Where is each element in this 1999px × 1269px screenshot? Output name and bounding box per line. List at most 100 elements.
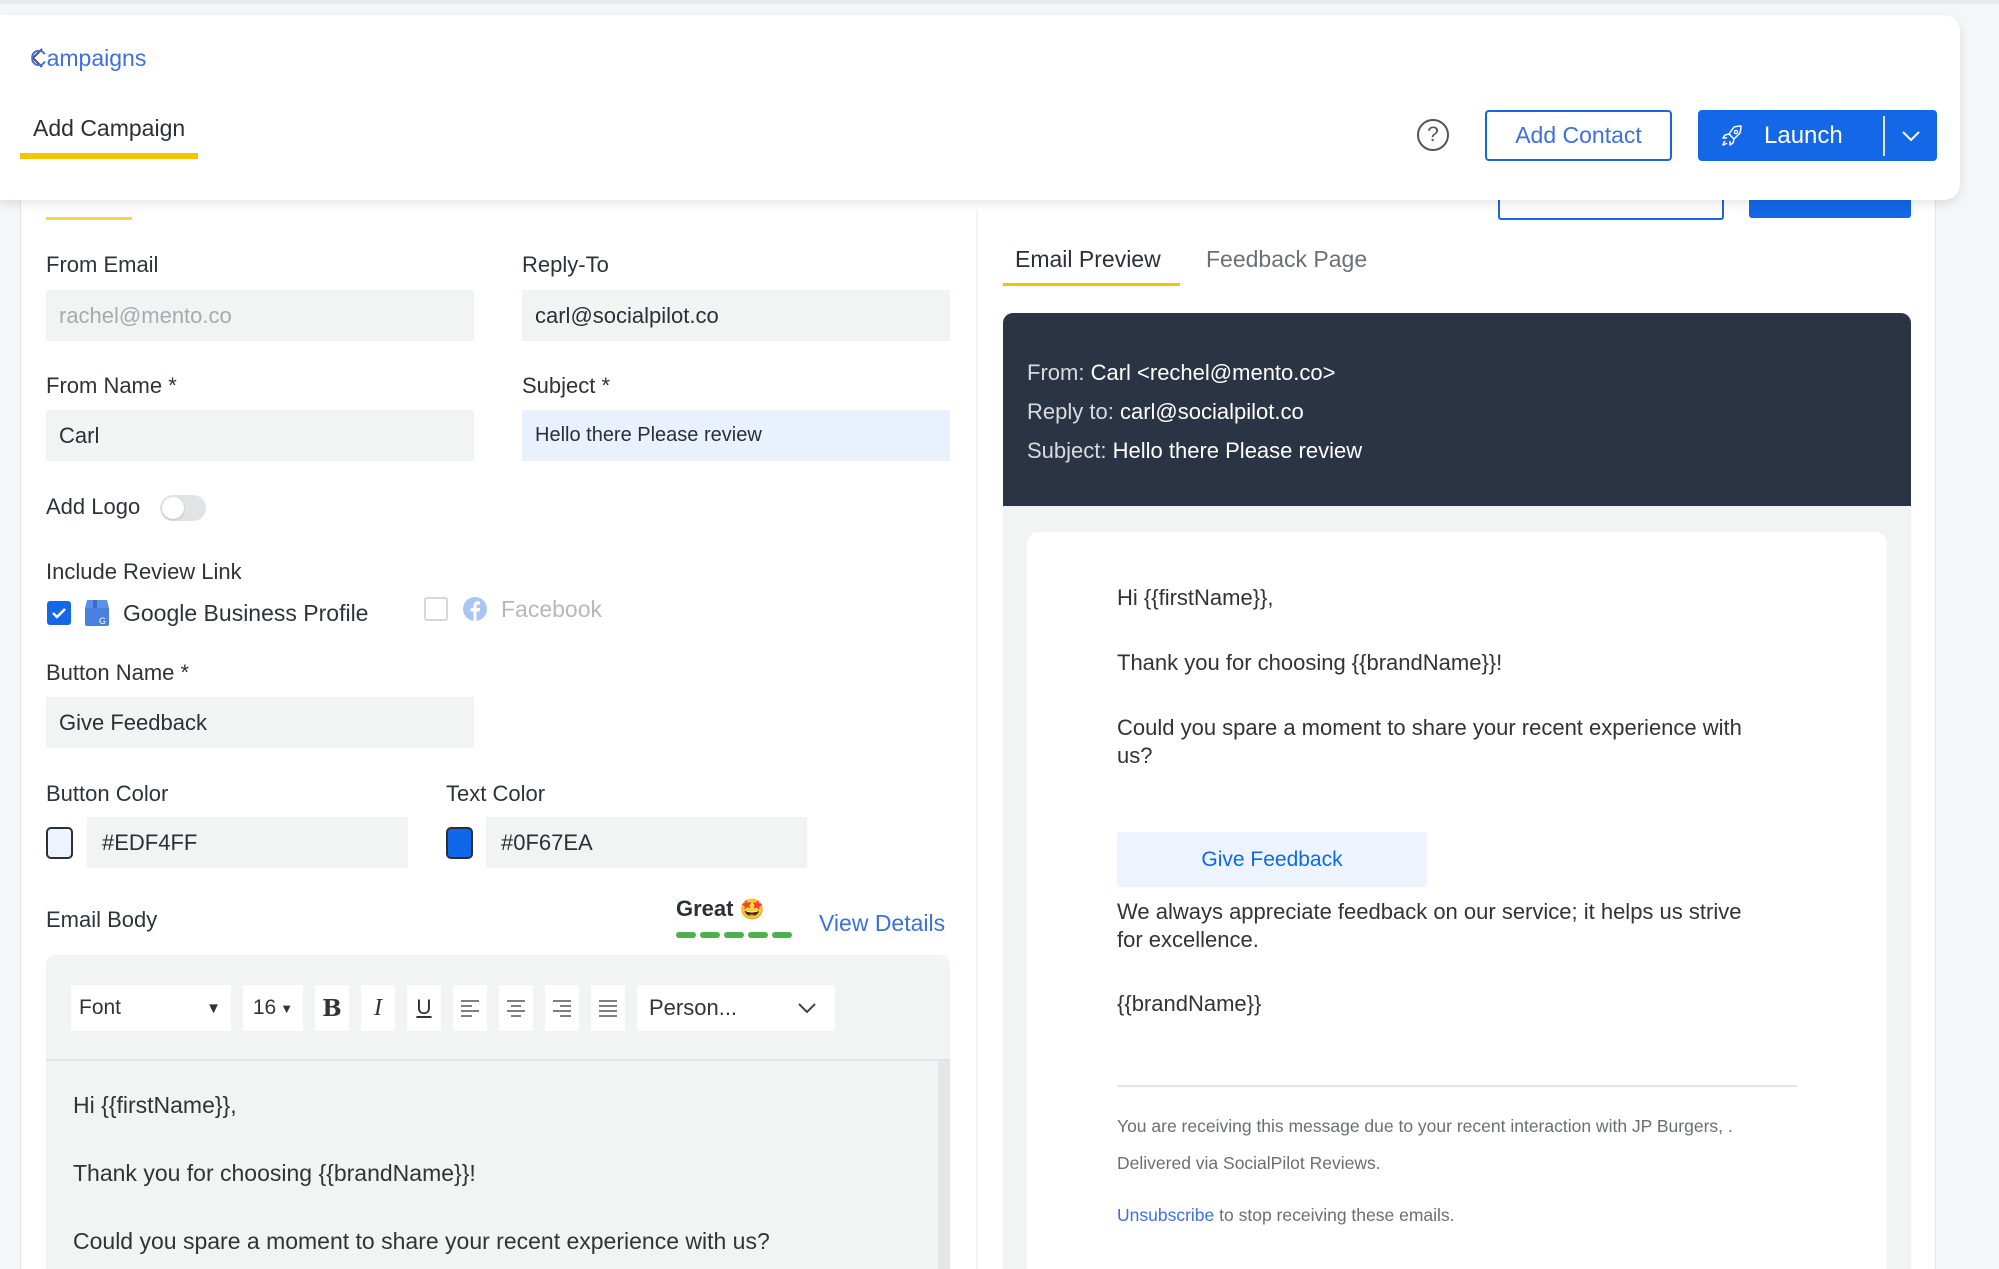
justify-icon — [599, 1000, 617, 1017]
chevron-down-icon — [1902, 130, 1920, 141]
preview-footer-unsubscribe: Unsubscribe to stop receiving these emai… — [1117, 1201, 1817, 1229]
email-body-label: Email Body — [46, 907, 158, 932]
preview-signature: {{brandName}} — [1117, 991, 1262, 1016]
button-color-swatch[interactable] — [46, 827, 73, 859]
preview-footer-delivered: Delivered via SocialPilot Reviews. — [1117, 1153, 1381, 1173]
justify-button[interactable] — [591, 985, 625, 1031]
button-color-label: Button Color — [46, 781, 169, 806]
rocket-icon — [1722, 124, 1742, 146]
email-preview-card: Hi {{firstName}}, Thank you for choosing… — [1027, 532, 1887, 1269]
caret-down-icon: ▼ — [206, 999, 221, 1017]
column-divider — [976, 210, 978, 1269]
back-to-campaigns-link[interactable]: Campaigns — [30, 45, 146, 71]
align-right-icon — [553, 1000, 571, 1017]
caret-down-icon: ▼ — [280, 1000, 294, 1016]
add-contact-button[interactable]: Add Contact — [1485, 110, 1672, 161]
email-body-editor: Font ▼ 16 ▼ B I U Person... Hi {{firstNa… — [46, 955, 950, 1269]
launch-label: Launch — [1764, 121, 1843, 149]
subject-key: Subject: — [1027, 438, 1107, 463]
align-left-button[interactable] — [453, 985, 487, 1031]
preview-ask: Could you spare a moment to share your r… — [1117, 715, 1742, 768]
font-size-select[interactable]: 16 ▼ — [243, 985, 303, 1031]
score-segment — [772, 932, 792, 938]
font-select-value: Font — [79, 996, 122, 1019]
add-logo-label: Add Logo — [46, 494, 141, 519]
subject-label: Subject * — [522, 373, 611, 398]
launch-button[interactable]: Launch — [1698, 110, 1883, 161]
from-name-label: From Name * — [46, 373, 177, 398]
content-score-meter — [676, 932, 792, 938]
active-tab-indicator — [1003, 283, 1180, 286]
view-details-link[interactable]: View Details — [819, 910, 945, 937]
chevron-down-icon — [798, 1003, 816, 1014]
align-right-button[interactable] — [545, 985, 579, 1031]
star-struck-emoji-icon: 🤩 — [739, 899, 765, 921]
reply-to-label: Reply-To — [522, 252, 609, 277]
google-business-checkbox[interactable] — [47, 601, 71, 625]
launch-split-button: Launch — [1698, 110, 1937, 161]
give-feedback-button-preview[interactable]: Give Feedback — [1117, 832, 1427, 887]
back-link-label: Campaigns — [30, 44, 147, 71]
tab-email-preview[interactable]: Email Preview — [1015, 246, 1161, 273]
from-name-field[interactable]: Carl — [46, 410, 474, 461]
align-left-icon — [461, 1000, 479, 1017]
google-business-label: Google Business Profile — [123, 600, 369, 626]
font-size-value: 16 — [252, 996, 277, 1019]
preview-thanks: Thank you for choosing {{brandName}}! — [1117, 650, 1503, 675]
unsubscribe-link[interactable]: Unsubscribe — [1117, 1205, 1214, 1225]
from-key: From: — [1027, 360, 1085, 385]
score-segment — [676, 932, 696, 938]
body-line: Hi {{firstName}}, — [73, 1092, 237, 1118]
bold-button[interactable]: B — [315, 985, 349, 1031]
email-body-textarea[interactable]: Hi {{firstName}}, Thank you for choosing… — [46, 1061, 938, 1269]
google-business-icon: G — [85, 600, 109, 626]
editor-scrollbar[interactable] — [938, 1061, 950, 1269]
button-name-label: Button Name * — [46, 660, 190, 685]
preview-reply-to: Reply to: carl@socialpilot.co — [1027, 392, 1887, 431]
subject-field[interactable]: Hello there Please review — [522, 410, 950, 461]
reply-to-field[interactable]: carl@socialpilot.co — [522, 290, 950, 341]
content-score: Great 🤩 — [676, 896, 765, 922]
checkmark-icon — [52, 608, 66, 619]
bold-icon: B — [322, 994, 342, 1022]
content-score-label: Great — [676, 896, 734, 921]
body-line: Could you spare a moment to share your r… — [73, 1228, 770, 1254]
text-color-field[interactable]: #0F67EA — [486, 817, 807, 868]
from-email-field: rachel@mento.co — [46, 290, 474, 341]
email-preview-body-area: Hi {{firstName}}, Thank you for choosing… — [1003, 506, 1911, 1269]
window-top-border — [0, 0, 1999, 4]
preview-greeting: Hi {{firstName}}, — [1117, 585, 1274, 610]
question-circle-icon[interactable]: ? — [1417, 119, 1449, 151]
preview-appreciate: We always appreciate feedback on our ser… — [1117, 899, 1742, 952]
tab-feedback-page[interactable]: Feedback Page — [1206, 246, 1367, 273]
italic-button[interactable]: I — [361, 985, 395, 1031]
include-review-link-label: Include Review Link — [46, 559, 242, 584]
facebook-label: Facebook — [501, 596, 603, 622]
text-color-label: Text Color — [446, 781, 546, 806]
facebook-checkbox[interactable] — [424, 597, 448, 621]
reply-key: Reply to: — [1027, 399, 1114, 424]
from-value: Carl <rechel@mento.co> — [1090, 360, 1336, 385]
italic-icon: I — [374, 994, 382, 1021]
tab-add-campaign[interactable]: Add Campaign — [20, 115, 199, 159]
unsubscribe-text: to stop receiving these emails. — [1214, 1205, 1455, 1225]
button-color-field[interactable]: #EDF4FF — [87, 817, 408, 868]
preview-footer-notice: You are receiving this message due to yo… — [1117, 1116, 1733, 1136]
add-logo-toggle[interactable] — [160, 495, 206, 521]
align-center-icon — [507, 1000, 525, 1017]
hidden-tab-underline — [46, 217, 132, 220]
preview-subject: Subject: Hello there Please review — [1027, 431, 1887, 470]
facebook-icon — [463, 597, 487, 621]
personalize-select[interactable]: Person... — [637, 985, 835, 1031]
score-segment — [724, 932, 744, 938]
page-header: Campaigns Add Campaign ? Add Contact Lau… — [0, 15, 1960, 200]
font-family-select[interactable]: Font ▼ — [71, 985, 231, 1031]
body-line: Thank you for choosing {{brandName}}! — [73, 1160, 476, 1186]
reply-value: carl@socialpilot.co — [1119, 399, 1304, 424]
email-preview-header: From: Carl <rechel@mento.co> Reply to: c… — [1003, 313, 1911, 506]
text-color-swatch[interactable] — [446, 827, 473, 859]
underline-button[interactable]: U — [407, 985, 441, 1031]
align-center-button[interactable] — [499, 985, 533, 1031]
launch-options-dropdown[interactable] — [1885, 110, 1937, 161]
button-name-field[interactable]: Give Feedback — [46, 697, 474, 748]
